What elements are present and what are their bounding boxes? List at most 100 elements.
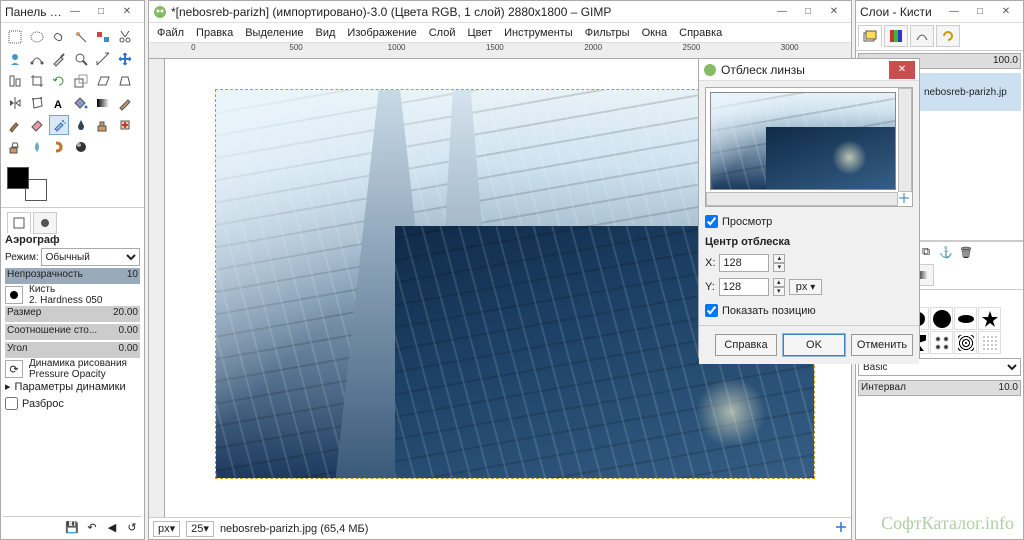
scale-tool[interactable] [71,71,91,91]
brush-item[interactable] [978,307,1001,330]
eraser-tool[interactable] [27,115,47,135]
save-preset-icon[interactable]: 💾 [64,519,80,535]
zoom-select[interactable]: 25 ▾ [186,521,214,537]
unit-select[interactable]: px ▾ [789,279,822,295]
ellipse-select-tool[interactable] [27,27,47,47]
menu-windows[interactable]: Окна [642,27,668,39]
aspect-slider[interactable]: Соотношение сто...0.00 [5,324,140,340]
close-button[interactable]: ✕ [993,3,1019,21]
foreground-select-tool[interactable] [5,49,25,69]
y-down[interactable]: ▾ [773,287,785,296]
perspective-clone-tool[interactable] [5,137,25,157]
brush-item[interactable] [954,331,977,354]
text-tool[interactable]: A [49,93,69,113]
maximize-button[interactable]: □ [967,3,993,21]
preview-scroll-v[interactable] [898,88,912,192]
x-up[interactable]: ▴ [773,254,785,263]
ok-button[interactable]: OK [783,334,845,356]
ink-tool[interactable] [71,115,91,135]
tool-options-tab[interactable] [7,212,31,234]
paintbrush-tool[interactable] [5,115,25,135]
menu-select[interactable]: Выделение [245,27,303,39]
delete-layer-icon[interactable]: 🗑 [958,244,974,260]
move-tool[interactable] [115,49,135,69]
brush-item[interactable] [978,331,1001,354]
cancel-button[interactable]: Отменить [851,334,913,356]
paths-tab[interactable] [910,25,934,47]
fuzzy-select-tool[interactable] [71,27,91,47]
rect-select-tool[interactable] [5,27,25,47]
clone-tool[interactable] [93,115,113,135]
align-tool[interactable] [5,71,25,91]
zoom-tool[interactable] [71,49,91,69]
maximize-button[interactable]: □ [795,3,821,21]
x-input[interactable] [719,254,769,272]
size-slider[interactable]: Размер20.00 [5,306,140,322]
blend-tool[interactable] [93,93,113,113]
flip-tool[interactable] [5,93,25,113]
x-down[interactable]: ▾ [773,263,785,272]
mode-select[interactable]: Обычный [41,248,140,266]
scissors-tool[interactable] [115,27,135,47]
close-button[interactable]: ✕ [114,3,140,21]
dodge-burn-tool[interactable] [71,137,91,157]
delete-preset-icon[interactable]: ◀ [104,519,120,535]
minimize-button[interactable]: — [62,3,88,21]
menu-image[interactable]: Изображение [347,27,416,39]
rotate-tool[interactable] [49,71,69,91]
color-swatches[interactable] [7,167,47,201]
menu-layer[interactable]: Слой [429,27,456,39]
ruler-horizontal[interactable]: 0 500 1000 1500 2000 2500 3000 [149,43,851,59]
expand-icon[interactable]: ▸ [5,380,11,393]
undo-tab[interactable] [936,25,960,47]
scatter-checkbox[interactable] [5,397,18,410]
layers-tab[interactable] [858,25,882,47]
menu-edit[interactable]: Правка [196,27,233,39]
paths-tool[interactable] [27,49,47,69]
preview-scroll-h[interactable] [706,192,898,206]
anchor-layer-icon[interactable]: ⚓ [938,244,954,260]
menu-colors[interactable]: Цвет [467,27,492,39]
channels-tab[interactable] [884,25,908,47]
y-input[interactable] [719,278,769,296]
bucket-fill-tool[interactable] [71,93,91,113]
perspective-tool[interactable] [115,71,135,91]
menu-filters[interactable]: Фильтры [585,27,630,39]
brush-item[interactable] [930,331,953,354]
help-button[interactable]: Справка [715,334,777,356]
menu-tools[interactable]: Инструменты [504,27,573,39]
ruler-vertical[interactable] [149,59,165,517]
by-color-select-tool[interactable] [93,27,113,47]
spacing-slider[interactable]: Интервал10.0 [858,380,1021,396]
brush-preview[interactable] [5,286,23,304]
preview-area[interactable] [705,87,913,207]
restore-preset-icon[interactable]: ↶ [84,519,100,535]
color-picker-tool[interactable] [49,49,69,69]
close-button[interactable]: ✕ [889,61,915,79]
y-up[interactable]: ▴ [773,278,785,287]
angle-slider[interactable]: Угол0.00 [5,342,140,358]
nav-move-icon[interactable] [898,192,912,206]
blur-tool[interactable] [27,137,47,157]
brush-item[interactable] [930,307,953,330]
brush-item[interactable] [954,307,977,330]
dynamics-icon[interactable]: ⟳ [5,360,23,378]
show-position-checkbox[interactable] [705,304,718,317]
opacity-slider[interactable]: Непрозрачность10 [5,268,140,284]
reset-icon[interactable]: ↺ [124,519,140,535]
brushes-tab[interactable] [33,212,57,234]
menu-file[interactable]: Файл [157,27,184,39]
close-button[interactable]: ✕ [821,3,847,21]
crop-tool[interactable] [27,71,47,91]
minimize-button[interactable]: — [941,3,967,21]
shear-tool[interactable] [93,71,113,91]
preview-checkbox[interactable] [705,215,718,228]
smudge-tool[interactable] [49,137,69,157]
menu-help[interactable]: Справка [679,27,722,39]
airbrush-tool[interactable] [49,115,69,135]
free-select-tool[interactable] [49,27,69,47]
unit-select[interactable]: px ▾ [153,521,180,537]
maximize-button[interactable]: □ [88,3,114,21]
pencil-tool[interactable] [115,93,135,113]
cage-tool[interactable] [27,93,47,113]
